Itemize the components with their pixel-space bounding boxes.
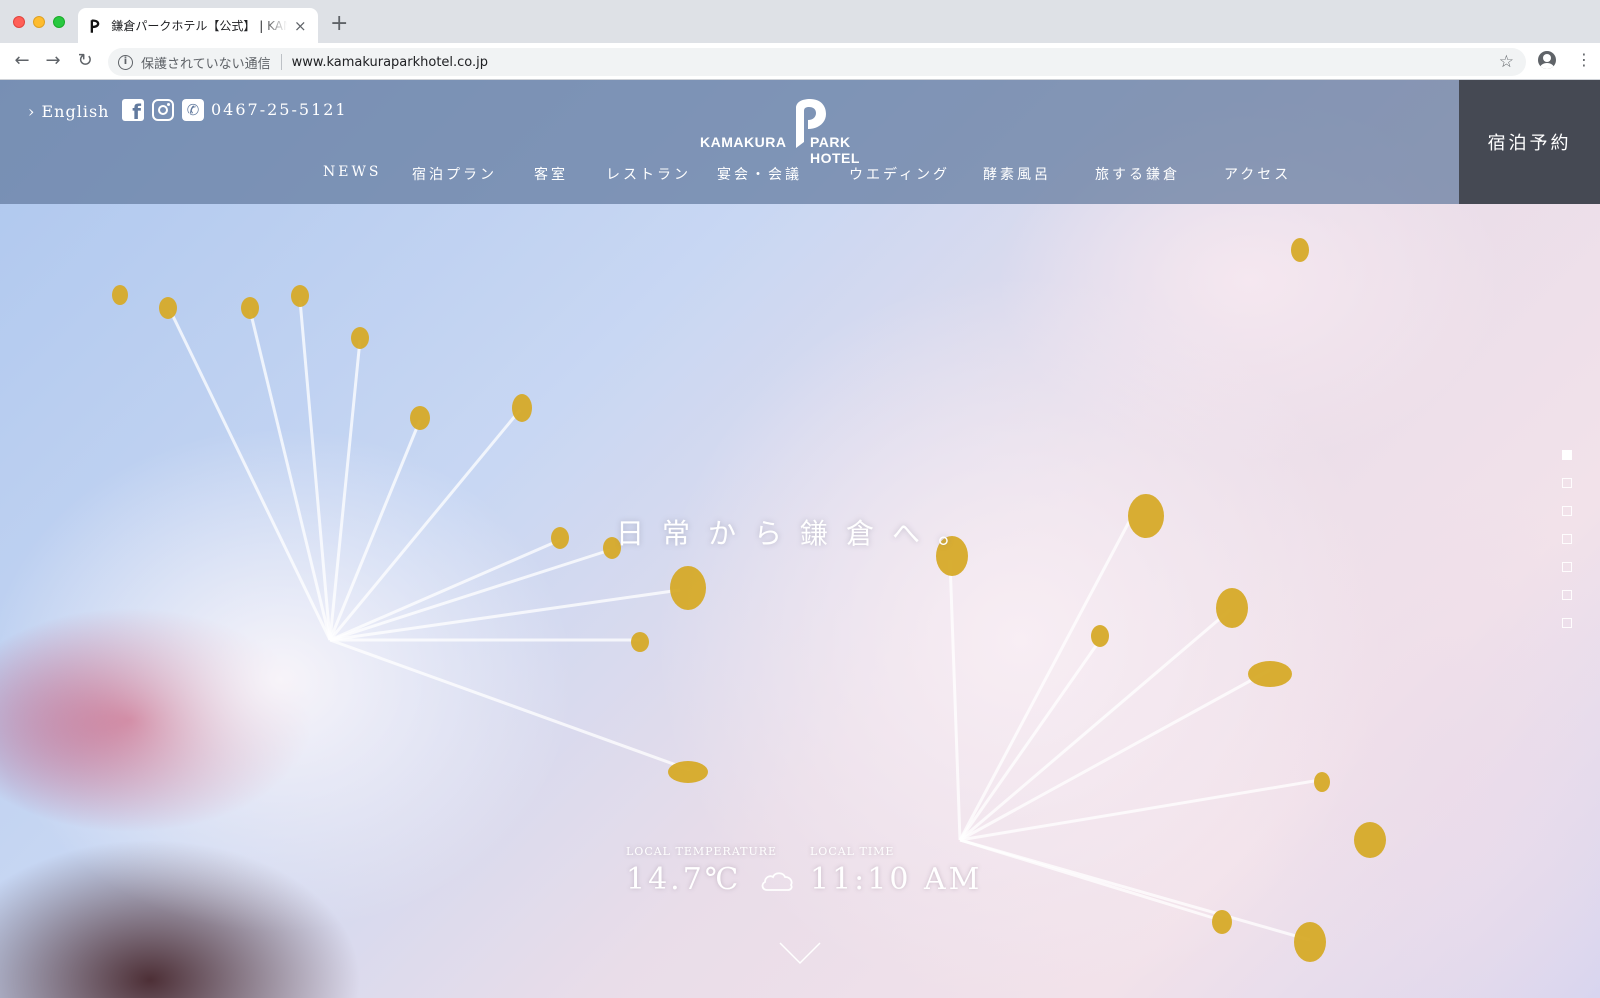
temperature-value: 14.7℃ (626, 862, 742, 897)
tab-close-icon[interactable]: × (293, 17, 308, 35)
logo-text-kamakura: KAMAKURA (700, 134, 787, 150)
reserve-button[interactable]: 宿泊予約 (1459, 80, 1600, 204)
url-text[interactable]: www.kamakuraparkhotel.co.jp (292, 55, 488, 70)
cloud-icon (761, 872, 793, 891)
nav-wedding[interactable]: ウエディング (849, 164, 950, 184)
address-divider (280, 54, 282, 70)
browser-menu-icon[interactable]: ⋮ (1576, 51, 1592, 69)
tab-title: 鎌倉パークホテル【公式】 | KAMAKURA PARK HOTEL (111, 19, 286, 33)
browser-tab-active[interactable]: 鎌倉パークホテル【公式】 | KAMAKURA PARK HOTEL × (78, 8, 318, 43)
nav-banquet-meeting[interactable]: 宴会・会議 (717, 164, 802, 184)
slide-pager-dot-5[interactable] (1562, 562, 1572, 572)
local-time: LOCAL TIME 11:10 AM (810, 845, 982, 897)
temperature-label: LOCAL TEMPERATURE (626, 845, 778, 858)
maximize-window-button[interactable] (53, 16, 65, 28)
back-icon[interactable]: ← (12, 51, 32, 71)
hero-catchcopy: 日常から鎌倉へ。 (615, 517, 984, 550)
slide-pager-dot-2[interactable] (1562, 478, 1572, 488)
slide-pager-dot-4[interactable] (1562, 534, 1572, 544)
phone-number[interactable]: 0467-25-5121 (211, 100, 348, 119)
local-temperature: LOCAL TEMPERATURE 14.7℃ (626, 845, 794, 897)
slide-pager-dot-3[interactable] (1562, 506, 1572, 516)
security-status[interactable]: 保護されていない通信 (141, 53, 271, 72)
slide-pager-dot-1[interactable] (1562, 450, 1572, 460)
nav-stay-plans[interactable]: 宿泊プラン (412, 164, 497, 184)
phone-icon[interactable]: ✆ (182, 99, 204, 121)
slide-pager-dot-7[interactable] (1562, 618, 1572, 628)
browser-toolbar: ← → ↻ i 保護されていない通信 www.kamakuraparkhotel… (0, 43, 1600, 80)
site-info-icon[interactable]: i (118, 54, 133, 70)
time-label: LOCAL TIME (810, 845, 895, 858)
minimize-window-button[interactable] (33, 16, 45, 28)
site-favicon-icon (90, 19, 100, 33)
instagram-icon[interactable] (152, 99, 174, 121)
nav-travel-kamakura[interactable]: 旅する鎌倉 (1095, 164, 1180, 184)
english-link[interactable]: › English (28, 102, 109, 121)
logo-text-park-hotel: PARK HOTEL (810, 134, 860, 166)
hotel-homepage: › English f ✆ 0467-25-5121 KAMAKURA PARK… (0, 80, 1600, 998)
tab-strip: 鎌倉パークホテル【公式】 | KAMAKURA PARK HOTEL × + (0, 0, 1600, 43)
time-value: 11:10 AM (810, 862, 983, 897)
slide-pager-dot-6[interactable] (1562, 590, 1572, 600)
facebook-glyph: f (132, 100, 141, 124)
nav-rooms[interactable]: 客室 (534, 164, 568, 184)
profile-avatar-icon[interactable] (1538, 51, 1556, 69)
nav-access[interactable]: アクセス (1224, 164, 1291, 184)
new-tab-button[interactable]: + (330, 13, 348, 35)
bookmark-star-icon[interactable]: ☆ (1499, 52, 1514, 72)
scroll-down-chevron-icon[interactable] (778, 940, 822, 966)
nav-restaurant[interactable]: レストラン (606, 164, 691, 184)
temperature-value-row: 14.7℃ (626, 862, 794, 897)
close-window-button[interactable] (13, 16, 25, 28)
global-navigation: NEWS 宿泊プラン 客室 レストラン 宴会・会議 ウエディング 酵素風呂 旅す… (0, 164, 1440, 190)
site-header: › English f ✆ 0467-25-5121 KAMAKURA PARK… (0, 80, 1600, 204)
nav-news[interactable]: NEWS (323, 164, 381, 180)
nav-enzyme-bath[interactable]: 酵素風呂 (983, 164, 1051, 184)
browser-chrome: 鎌倉パークホテル【公式】 | KAMAKURA PARK HOTEL × + ←… (0, 0, 1600, 80)
hotel-logo[interactable]: KAMAKURA PARK HOTEL (700, 98, 900, 166)
forward-icon[interactable]: → (43, 51, 63, 71)
slide-pager (1562, 450, 1572, 646)
facebook-icon[interactable]: f (122, 99, 144, 124)
address-bar[interactable]: i 保護されていない通信 www.kamakuraparkhotel.co.jp… (108, 48, 1526, 76)
reload-icon[interactable]: ↻ (75, 51, 95, 71)
